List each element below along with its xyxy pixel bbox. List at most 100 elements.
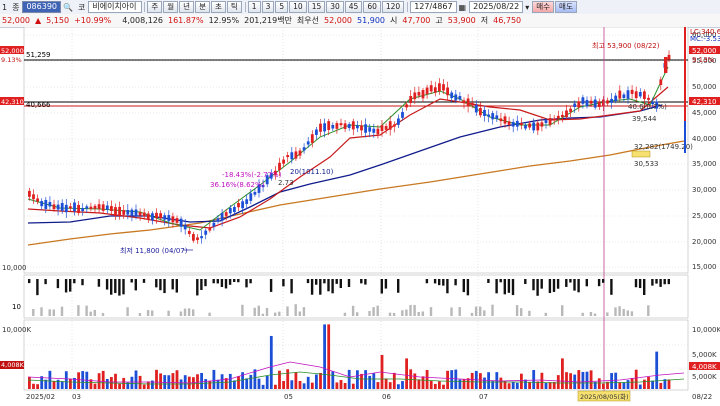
candle-body[interactable] [618, 90, 622, 99]
candle-body[interactable] [483, 109, 486, 117]
candle-body[interactable] [331, 125, 335, 129]
candle-body[interactable] [114, 207, 117, 216]
volume-bar[interactable] [413, 373, 417, 389]
volume-bar[interactable] [450, 370, 454, 389]
candle-body[interactable] [548, 118, 552, 125]
count-input[interactable]: 127/4867 [410, 1, 457, 13]
minute-button-30[interactable]: 30 [326, 1, 344, 13]
candle-body[interactable] [81, 208, 85, 212]
candle-body[interactable] [589, 100, 593, 104]
candle-body[interactable] [581, 97, 585, 104]
candle-body-latest[interactable] [664, 57, 668, 73]
volume-bar[interactable] [265, 375, 269, 389]
candle-body[interactable] [466, 98, 470, 107]
candle-body[interactable] [126, 210, 130, 215]
volume-bar[interactable] [36, 384, 39, 389]
candle-body[interactable] [163, 215, 167, 220]
volume-bar[interactable] [589, 370, 593, 389]
candle-body[interactable] [360, 125, 363, 131]
volume-bar[interactable] [626, 380, 630, 389]
candle-body[interactable] [28, 190, 31, 197]
volume-bar[interactable] [360, 373, 363, 389]
candle-body[interactable] [561, 114, 564, 118]
volume-bar[interactable] [323, 324, 326, 389]
candle-body[interactable] [228, 207, 232, 214]
candle-body[interactable] [384, 126, 388, 130]
candle-body[interactable] [520, 122, 523, 126]
volume-bar[interactable] [302, 383, 306, 389]
candle-body[interactable] [528, 123, 531, 128]
candle-body[interactable] [36, 198, 39, 202]
volume-bar[interactable] [134, 370, 138, 389]
candle-body[interactable] [216, 218, 220, 222]
volume-bar[interactable] [532, 370, 536, 389]
volume-bar[interactable] [208, 381, 212, 389]
volume-bar[interactable] [171, 373, 175, 389]
candle-body[interactable] [159, 213, 162, 219]
candle-body[interactable] [278, 162, 281, 171]
minute-button-15[interactable]: 15 [307, 1, 326, 13]
chart-canvas[interactable]: 51,259 40,666 최고 53,900 (08/22) 최저 11,80… [0, 26, 720, 404]
candle-body[interactable] [134, 209, 138, 217]
candle-body[interactable] [356, 125, 359, 129]
volume-bar[interactable] [216, 379, 220, 389]
buy-button[interactable]: 매수 [532, 1, 555, 13]
candle-body[interactable] [40, 201, 44, 207]
candle-body[interactable] [212, 222, 216, 227]
volume-bar[interactable] [298, 380, 302, 389]
volume-bar[interactable] [388, 382, 392, 389]
volume-bar[interactable] [511, 381, 515, 389]
volume-bar[interactable] [421, 376, 425, 389]
period-button-tick[interactable]: 틱 [226, 1, 242, 13]
period-button-minute[interactable]: 분 [195, 1, 210, 13]
candle-body[interactable] [187, 230, 191, 234]
volume-bar[interactable] [159, 373, 162, 389]
candle-body[interactable] [249, 193, 253, 201]
candle-body[interactable] [192, 234, 195, 241]
candle-body[interactable] [175, 218, 179, 223]
volume-bar[interactable] [282, 381, 285, 389]
volume-bar[interactable] [339, 380, 343, 389]
candle-body[interactable] [77, 204, 80, 214]
candle-body[interactable] [282, 159, 285, 164]
candle-body[interactable] [503, 116, 507, 124]
volume-bar[interactable] [32, 383, 35, 389]
volume-bar[interactable] [105, 378, 109, 389]
volume-bar[interactable] [667, 379, 671, 389]
candle-body[interactable] [401, 112, 404, 118]
candle-body[interactable] [634, 91, 638, 99]
candle-body[interactable] [507, 121, 511, 125]
candle-body[interactable] [339, 123, 343, 126]
candle-body[interactable] [245, 199, 249, 204]
candle-body[interactable] [368, 127, 372, 132]
candle-body[interactable] [376, 128, 380, 135]
volume-bar[interactable] [220, 374, 224, 389]
volume-bar[interactable] [278, 370, 281, 389]
volume-bar[interactable] [48, 370, 52, 389]
volume-bar[interactable] [286, 369, 290, 389]
candle-body[interactable] [397, 118, 400, 125]
candle-body[interactable] [155, 212, 158, 219]
volume-bar[interactable] [643, 379, 646, 389]
volume-bar[interactable] [294, 372, 298, 389]
candle-body[interactable] [479, 108, 482, 116]
candle-body[interactable] [511, 121, 515, 127]
candle-body[interactable] [60, 202, 64, 211]
volume-bar[interactable] [655, 351, 659, 389]
volume-bar[interactable] [638, 384, 642, 389]
candle-body[interactable] [392, 124, 396, 127]
volume-bar[interactable] [93, 383, 97, 389]
candle-body[interactable] [626, 90, 630, 99]
stock-chart[interactable]: 51,259 40,666 최고 53,900 (08/22) 최저 11,80… [0, 26, 720, 404]
volume-bar[interactable] [310, 382, 314, 389]
candle-body[interactable] [421, 90, 425, 99]
volume-bar[interactable] [269, 335, 273, 389]
candle-body[interactable] [470, 102, 474, 106]
candle-body[interactable] [474, 105, 478, 113]
candle-body[interactable] [97, 204, 101, 210]
candle-body[interactable] [425, 87, 429, 95]
volume-bar[interactable] [614, 372, 618, 389]
volume-bar[interactable] [196, 374, 199, 389]
candle-body[interactable] [515, 120, 519, 127]
candle-body[interactable] [622, 94, 626, 99]
